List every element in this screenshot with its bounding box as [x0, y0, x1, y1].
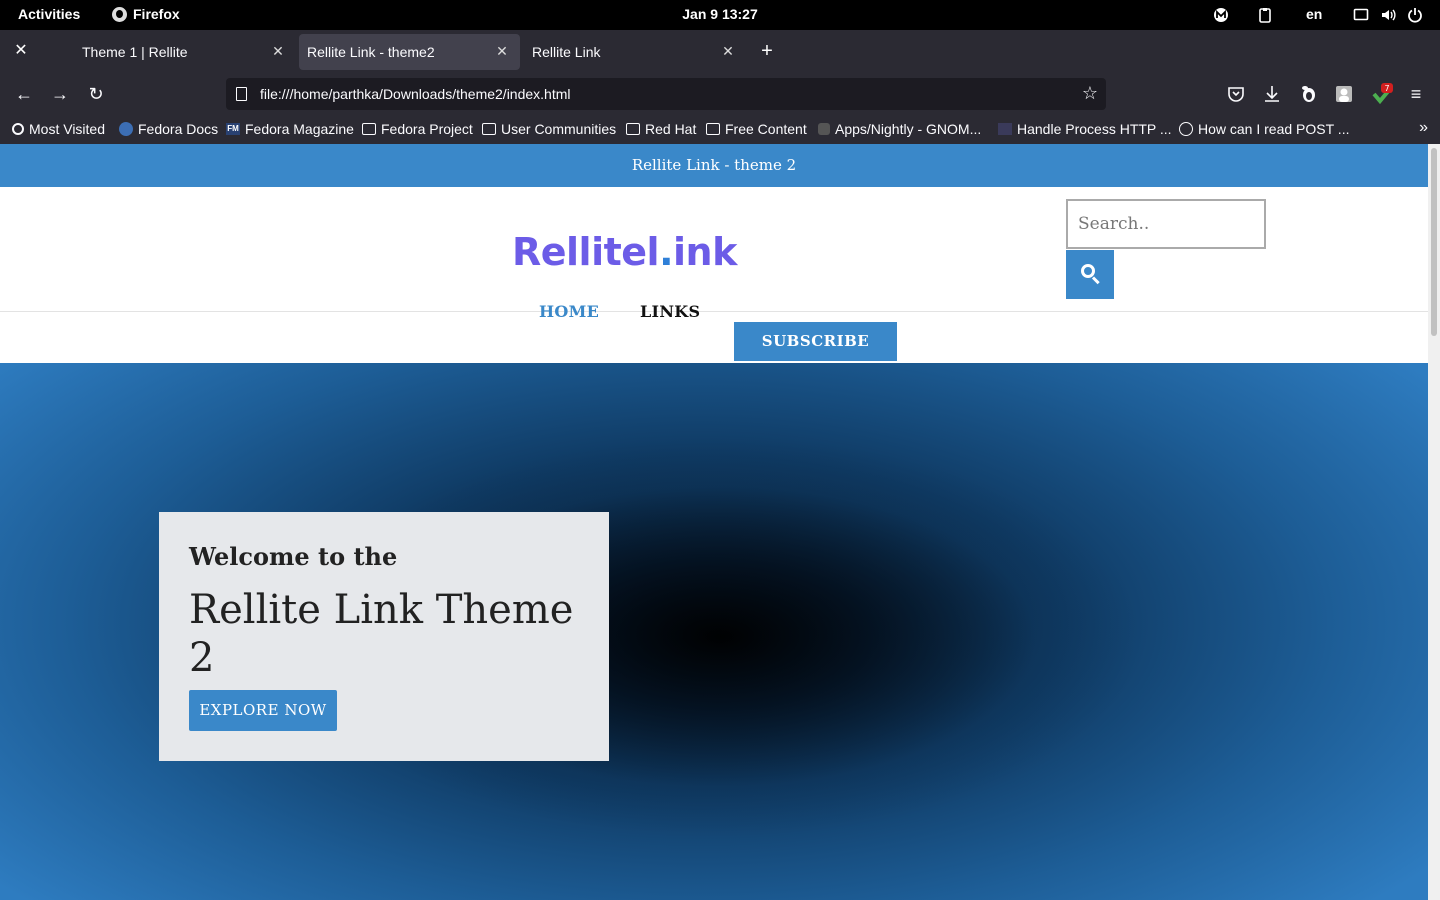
close-window-icon[interactable]: ✕ [12, 42, 30, 60]
hero-banner: Welcome to the Rellite Link Theme 2 EXPL… [0, 363, 1428, 900]
new-tab-icon[interactable]: + [758, 41, 776, 61]
bookmark-free-content[interactable]: Free Content [706, 121, 807, 137]
tab-theme2[interactable]: Rellite Link - theme2 ✕ [299, 34, 520, 70]
gnome-icon [818, 123, 830, 135]
app-name-label: Firefox [133, 6, 180, 22]
tab-close-icon[interactable]: ✕ [720, 43, 736, 59]
clipboard-icon[interactable] [1257, 7, 1273, 23]
url-text[interactable]: file:///home/parthka/Downloads/theme2/in… [260, 86, 571, 102]
folder-icon [706, 123, 720, 135]
power-icon[interactable] [1407, 7, 1423, 23]
volume-icon[interactable] [1380, 7, 1396, 23]
forward-arrow-icon[interactable]: → [50, 84, 70, 104]
back-arrow-icon[interactable]: ← [14, 84, 34, 104]
bookmark-label: Apps/Nightly - GNOM... [835, 121, 982, 137]
bookmark-label: Most Visited [29, 121, 105, 137]
tab-strip: ✕ Theme 1 | Rellite ✕ Rellite Link - the… [0, 30, 1440, 74]
logo-text-tail: ink [673, 230, 737, 274]
hero-pre-title: Welcome to the [189, 542, 398, 571]
globe-icon [1179, 122, 1193, 136]
firefox-icon [112, 6, 127, 22]
bookmark-read-post[interactable]: How can I read POST ... [1179, 121, 1349, 137]
bookmark-label: User Communities [501, 121, 617, 137]
hamburger-menu-icon[interactable]: ≡ [1406, 84, 1426, 104]
downloads-icon[interactable] [1262, 84, 1282, 104]
search-button[interactable] [1066, 250, 1114, 299]
folder-icon [626, 123, 640, 135]
fedora-magazine-icon: FM [226, 123, 240, 135]
bookmark-user-communities[interactable]: User Communities [482, 121, 616, 137]
search-input[interactable] [1066, 199, 1266, 249]
subscribe-button[interactable]: SUBSCRIBE [734, 322, 897, 361]
tab-title: Theme 1 | Rellite [82, 44, 188, 60]
pocket-icon[interactable] [1226, 84, 1246, 104]
tab-rellite-link[interactable]: Rellite Link ✕ [524, 34, 746, 70]
system-top-bar: Activities Firefox Jan 9 13:27 en [0, 0, 1440, 30]
bookmark-label: Fedora Docs [138, 121, 219, 137]
hero-title: Rellite Link Theme 2 [189, 587, 574, 681]
bookmark-label: Red Hat [645, 121, 697, 137]
bookmark-star-icon[interactable]: ☆ [1080, 83, 1100, 103]
bookmark-most-visited[interactable]: Most Visited [12, 121, 105, 137]
extension-badge-icon[interactable]: 7 [1370, 82, 1394, 106]
bookmark-red-hat[interactable]: Red Hat [626, 121, 696, 137]
address-bar[interactable]: file:///home/parthka/Downloads/theme2/in… [226, 78, 1106, 110]
fedora-icon [119, 122, 133, 136]
tab-title: Rellite Link - theme2 [307, 44, 435, 60]
bookmark-handle-process[interactable]: Handle Process HTTP ... [998, 121, 1172, 137]
explore-now-button[interactable]: EXPLORE NOW [189, 690, 337, 731]
bookmark-fedora-magazine[interactable]: FM Fedora Magazine [226, 121, 354, 137]
profile-extension-icon[interactable] [1334, 84, 1354, 104]
tab-theme1[interactable]: Theme 1 | Rellite ✕ [74, 34, 296, 70]
gear-icon [12, 123, 24, 135]
bookmark-fedora-docs[interactable]: Fedora Docs [119, 121, 218, 137]
input-language-indicator[interactable]: en [1306, 6, 1322, 22]
app-menu[interactable]: Firefox [112, 6, 180, 22]
reload-icon[interactable]: ↻ [86, 84, 106, 104]
logo-text-dot: . [659, 230, 674, 274]
site-logo[interactable]: Rellitel.ink [512, 230, 737, 274]
bookmark-apps-nightly[interactable]: Apps/Nightly - GNOM... [818, 121, 981, 137]
bookmarks-overflow-icon[interactable]: » [1419, 119, 1428, 137]
activities-button[interactable]: Activities [18, 6, 80, 22]
bookmark-fedora-project[interactable]: Fedora Project [362, 121, 473, 137]
bookmark-label: Fedora Project [381, 121, 473, 137]
tab-close-icon[interactable]: ✕ [270, 43, 286, 59]
logo-text-main: Rellitel [512, 230, 660, 274]
scrollbar-thumb[interactable] [1431, 148, 1437, 336]
page-scrollbar[interactable] [1428, 144, 1440, 900]
nav-divider [0, 311, 1428, 312]
notification-icon[interactable] [1213, 7, 1229, 23]
extension-badge-count: 7 [1384, 84, 1389, 93]
tab-title: Rellite Link [532, 44, 601, 60]
announcement-bar: Rellite Link - theme 2 [0, 144, 1428, 187]
screen-icon[interactable] [1353, 7, 1369, 23]
bookmark-label: Free Content [725, 121, 807, 137]
bookmark-label: Handle Process HTTP ... [1017, 121, 1172, 137]
page-icon [998, 123, 1012, 135]
navigation-toolbar: ← → ↻ file:///home/parthka/Downloads/the… [0, 74, 1440, 114]
bookmarks-toolbar: Most Visited Fedora Docs FM Fedora Magazi… [0, 114, 1440, 144]
page-icon[interactable] [236, 87, 247, 101]
web-page: Rellite Link - theme 2 Rellitel.ink HOME… [0, 144, 1428, 900]
nav-home-link[interactable]: HOME [539, 302, 599, 321]
nav-links-link[interactable]: LINKS [640, 302, 700, 321]
gnome-extension-icon[interactable] [1298, 84, 1318, 104]
tab-close-icon[interactable]: ✕ [494, 43, 510, 59]
folder-icon [482, 123, 496, 135]
bookmark-label: Fedora Magazine [245, 121, 354, 137]
folder-icon [362, 123, 376, 135]
bookmark-label: How can I read POST ... [1198, 121, 1350, 137]
hero-card: Welcome to the Rellite Link Theme 2 EXPL… [159, 512, 609, 761]
